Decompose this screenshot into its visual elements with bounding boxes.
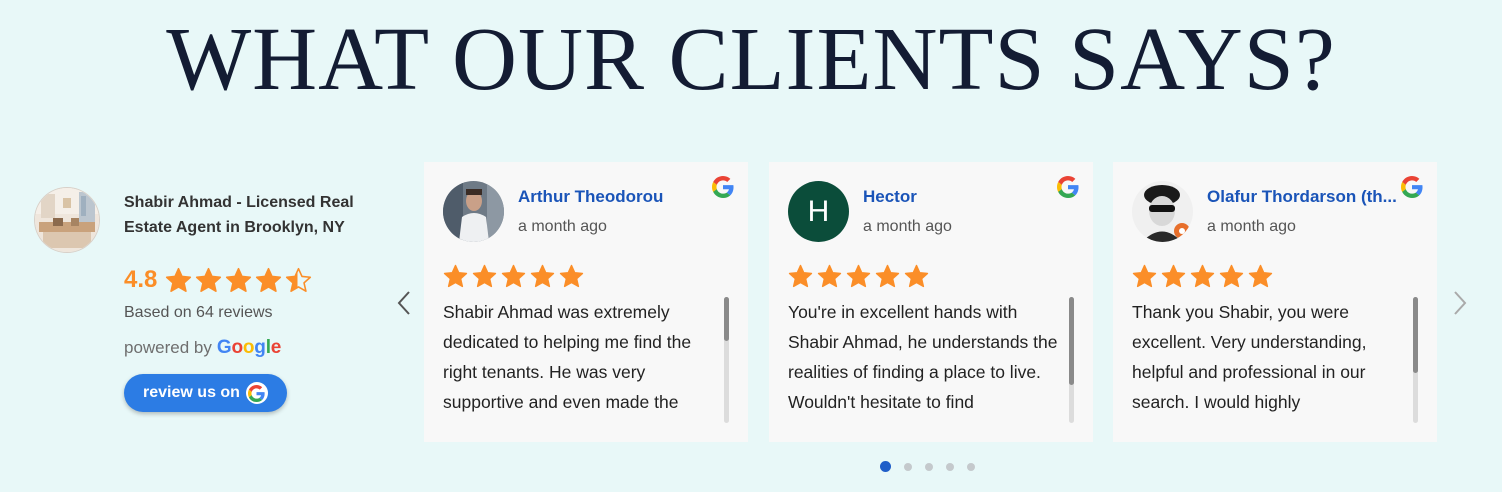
google-g-icon: [712, 176, 734, 198]
review-stars: [443, 264, 584, 289]
scrollbar-thumb[interactable]: [1413, 297, 1418, 373]
powered-by-label: powered by: [124, 338, 212, 357]
review-text: Shabir Ahmad was extremely dedicated to …: [443, 302, 692, 412]
reviewer-name[interactable]: Olafur Thordarson (th...: [1207, 187, 1405, 207]
google-letter: o: [242, 337, 255, 358]
review-card: Arthur Theodorou a month ago Shabir Ahma…: [424, 162, 748, 442]
google-letter: g: [254, 337, 266, 358]
review-card: Olafur Thordarson (th... a month ago Tha…: [1113, 162, 1437, 442]
section-heading: WHAT OUR CLIENTS SAYS?: [166, 10, 1336, 109]
pagination-dot[interactable]: [904, 462, 912, 471]
review-text: You're in excellent hands with Shabir Ah…: [788, 302, 1058, 412]
google-g-icon: [1401, 176, 1423, 198]
business-name: Shabir Ahmad - Licensed Real Estate Agen…: [124, 194, 354, 236]
star-icon: [1132, 264, 1157, 288]
star-icon: [166, 267, 192, 292]
google-letter: o: [231, 337, 243, 358]
star-icon: [443, 264, 468, 288]
google-letter: G: [216, 337, 232, 358]
business-rating-value: 4.8: [124, 266, 158, 293]
google-g-icon: [1057, 176, 1079, 198]
google-letter: e: [270, 337, 282, 358]
review-us-label: review us on: [143, 384, 240, 401]
review-card: H Hector a month ago You're in excellent…: [769, 162, 1093, 442]
review-stars: [788, 264, 929, 289]
pagination-dot[interactable]: [946, 462, 954, 471]
prev-arrow[interactable]: [394, 288, 414, 318]
chevron-left-icon: [397, 291, 410, 315]
reviewer-avatar: [1132, 181, 1193, 242]
star-icon: [788, 264, 813, 288]
chevron-right-icon: [1454, 291, 1467, 315]
reviewer-initial: H: [807, 194, 830, 228]
business-avatar: [35, 188, 99, 252]
review-count: Based on 64 reviews: [124, 304, 273, 321]
scrollbar-thumb[interactable]: [724, 297, 729, 341]
star-icon: [1190, 264, 1215, 288]
star-icon: [286, 267, 312, 292]
reviewer-name[interactable]: Arthur Theodorou: [518, 187, 716, 207]
pagination-dot[interactable]: [925, 462, 933, 471]
scrollbar-thumb[interactable]: [1069, 297, 1074, 385]
pagination-dot[interactable]: [967, 462, 975, 471]
star-icon: [846, 264, 871, 288]
star-icon: [256, 267, 282, 292]
review-scrollbar[interactable]: [1413, 297, 1418, 423]
review-time: a month ago: [518, 218, 607, 235]
business-stars: [165, 267, 312, 294]
reviewer-avatar: [443, 181, 504, 242]
star-icon: [472, 264, 497, 288]
star-icon: [817, 264, 842, 288]
star-icon: [196, 267, 222, 292]
powered-by-google: powered by Google: [124, 337, 281, 359]
star-icon: [501, 264, 526, 288]
google-wordmark: Google: [217, 337, 281, 359]
star-icon: [904, 264, 929, 288]
review-scrollbar[interactable]: [724, 297, 729, 423]
google-g-icon: [245, 382, 268, 404]
review-time: a month ago: [1207, 218, 1296, 235]
review-time: a month ago: [863, 218, 952, 235]
carousel-pagination: [880, 461, 975, 472]
star-icon: [1248, 264, 1273, 288]
reviewer-name[interactable]: Hector: [863, 187, 1061, 207]
star-icon: [559, 264, 584, 288]
star-icon: [875, 264, 900, 288]
next-arrow[interactable]: [1450, 288, 1470, 318]
star-icon: [226, 267, 252, 292]
review-us-button[interactable]: review us on: [124, 374, 287, 412]
star-icon: [1161, 264, 1186, 288]
review-stars: [1132, 264, 1273, 289]
review-text: Thank you Shabir, you were excellent. Ve…: [1132, 302, 1367, 412]
star-icon: [530, 264, 555, 288]
reviewer-avatar: H: [788, 181, 849, 242]
business-rating-row: 4.8: [124, 266, 312, 294]
review-scrollbar[interactable]: [1069, 297, 1074, 423]
pagination-dot[interactable]: [880, 461, 891, 472]
star-icon: [1219, 264, 1244, 288]
